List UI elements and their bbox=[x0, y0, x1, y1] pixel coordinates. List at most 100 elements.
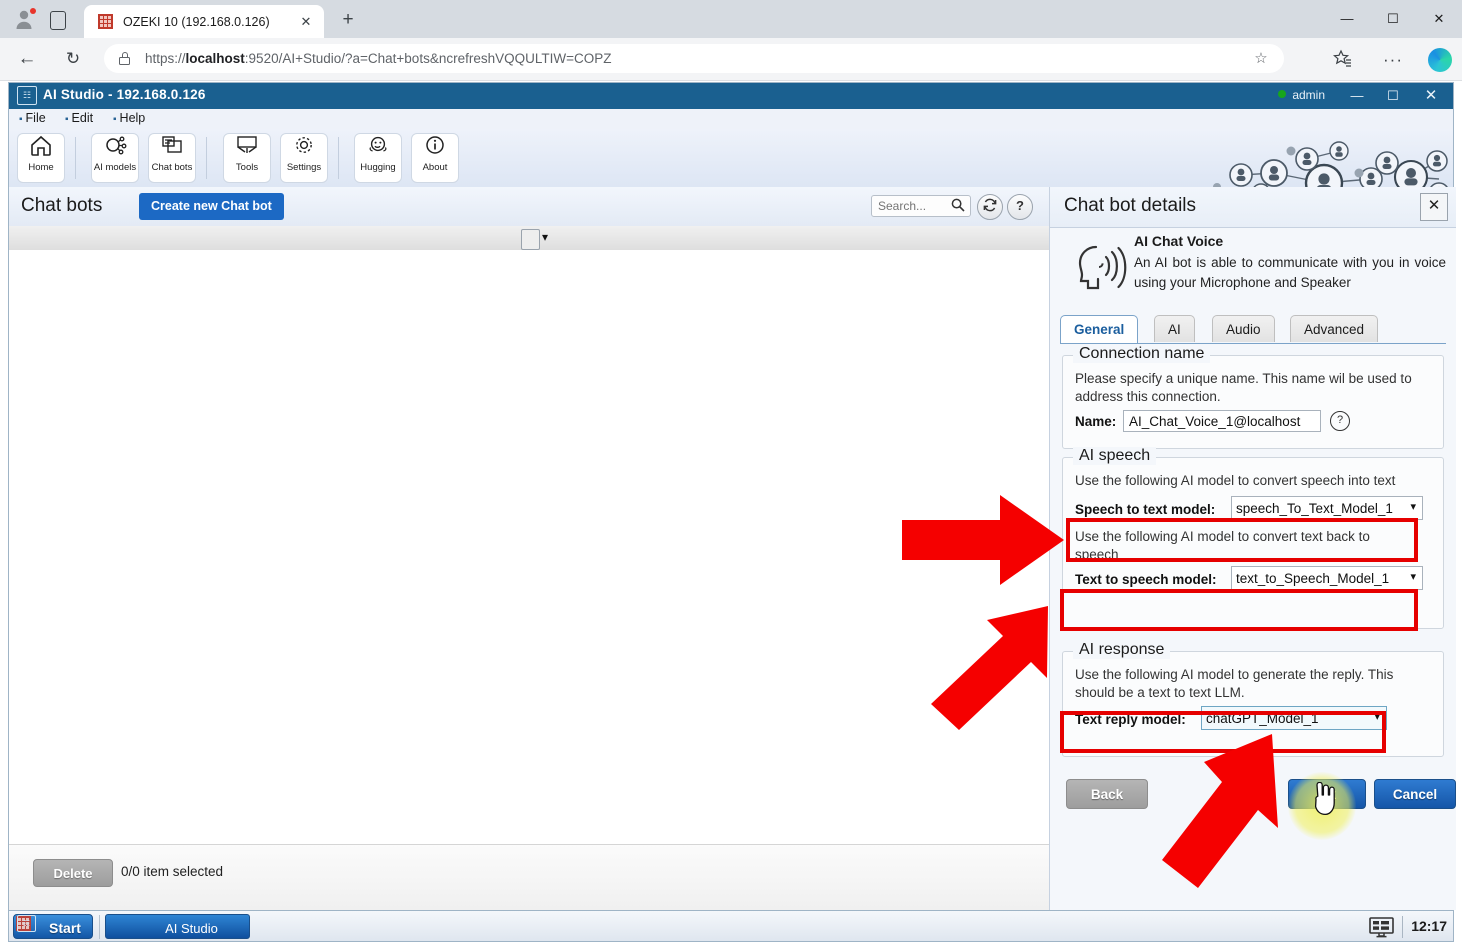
url-rest: :9520/AI+Studio/?a=Chat+bots&ncrefreshVQ… bbox=[244, 51, 612, 66]
taskbar-separator bbox=[99, 915, 100, 939]
browser-maximize-button[interactable]: ☐ bbox=[1370, 0, 1416, 38]
toolbar-label-chat-bots: Chat bots bbox=[151, 162, 193, 173]
new-tab-button[interactable]: + bbox=[336, 10, 360, 32]
chat-bots-panel: Chat bots Create new Chat bot ? ▾ Delete… bbox=[9, 187, 1049, 910]
select-all-checkbox[interactable] bbox=[521, 229, 540, 250]
bot-description: An AI bot is able to communicate with yo… bbox=[1134, 255, 1446, 290]
about-info-icon bbox=[412, 134, 458, 164]
bot-intro: AI Chat Voice An AI bot is able to commu… bbox=[1050, 227, 1456, 309]
home-icon bbox=[18, 134, 64, 164]
menu-help[interactable]: Help bbox=[113, 111, 146, 125]
stt-label: Speech to text model: bbox=[1075, 502, 1216, 517]
create-new-chat-bot-button[interactable]: Create new Chat bot bbox=[139, 193, 284, 220]
bookmark-star-icon[interactable]: ☆ bbox=[1252, 50, 1270, 68]
name-label: Name: bbox=[1075, 414, 1117, 429]
help-icon[interactable]: ? bbox=[1007, 194, 1033, 220]
browser-tab-strip: OZEKI 10 (192.168.0.126) ✕ + — ☐ ✕ bbox=[0, 0, 1462, 38]
tab-audio[interactable]: Audio bbox=[1212, 315, 1275, 342]
app-logo-icon: ☷ bbox=[17, 86, 37, 105]
text-reply-model-select[interactable]: chatGPT_Model_1 bbox=[1201, 706, 1387, 730]
details-header: Chat bot details ✕ bbox=[1050, 187, 1456, 228]
app-close-button[interactable]: ✕ bbox=[1413, 83, 1449, 109]
toolbar-button-ai-models[interactable]: AI models bbox=[91, 133, 139, 183]
toolbar-label-tools: Tools bbox=[235, 162, 259, 173]
app-toolbar: Home AI models Chat bots Tools Settings … bbox=[9, 129, 1453, 217]
toolbar-button-hugging[interactable]: Hugging bbox=[354, 133, 402, 183]
tab-close-icon[interactable]: ✕ bbox=[298, 14, 314, 30]
toolbar-label-settings: Settings bbox=[286, 162, 322, 173]
back-button[interactable]: Back bbox=[1066, 779, 1148, 809]
app-title: AI Studio - 192.168.0.126 bbox=[43, 87, 206, 102]
tts-description: Use the following AI model to convert te… bbox=[1075, 529, 1370, 562]
logged-in-user: admin bbox=[1278, 88, 1325, 102]
ai-speech-section: AI speech Use the following AI model to … bbox=[1062, 447, 1444, 629]
chevron-down-icon[interactable]: ▾ bbox=[542, 230, 548, 244]
app-minimize-button[interactable]: — bbox=[1339, 83, 1375, 109]
browser-tab-title: OZEKI 10 (192.168.0.126) bbox=[123, 14, 270, 29]
display-tray-icon[interactable] bbox=[1368, 916, 1395, 938]
toolbar-button-tools[interactable]: Tools bbox=[223, 133, 271, 183]
copilot-icon[interactable] bbox=[1428, 48, 1452, 72]
cancel-button[interactable]: Cancel bbox=[1374, 779, 1456, 809]
toolbar-button-settings[interactable]: Settings bbox=[280, 133, 328, 183]
reply-model-label: Text reply model: bbox=[1075, 712, 1186, 727]
app-title-bar: ☷ AI Studio - 192.168.0.126 admin — ☐ ✕ bbox=[9, 83, 1453, 109]
taskbar-item-ai-studio[interactable]: AI Studio bbox=[105, 914, 250, 939]
tray-separator bbox=[1402, 916, 1403, 938]
toolbar-separator-2 bbox=[206, 137, 207, 179]
taskbar: Start AI Studio ☷ 12:17 bbox=[8, 910, 1454, 942]
profile-avatar-icon[interactable] bbox=[12, 7, 38, 33]
browser-reload-icon[interactable]: ↻ bbox=[60, 47, 86, 71]
browser-minimize-button[interactable]: — bbox=[1324, 0, 1370, 38]
tab-advanced[interactable]: Advanced bbox=[1290, 315, 1379, 342]
close-icon[interactable]: ✕ bbox=[1420, 193, 1448, 221]
refresh-icon[interactable] bbox=[977, 194, 1003, 220]
menu-file[interactable]: File bbox=[19, 111, 46, 125]
menu-edit[interactable]: Edit bbox=[65, 111, 94, 125]
url-prefix: https:// bbox=[145, 51, 186, 66]
tab-general[interactable]: General bbox=[1060, 315, 1139, 343]
chat-bot-details-panel: Chat bot details ✕ AI Chat Voice An AI b… bbox=[1049, 187, 1456, 910]
browser-back-icon[interactable]: ← bbox=[14, 47, 40, 71]
text-to-speech-model-select[interactable]: text_to_Speech_Model_1 bbox=[1231, 566, 1423, 590]
address-bar[interactable]: https://localhost:9520/AI+Studio/?a=Chat… bbox=[104, 44, 1284, 73]
lock-icon bbox=[118, 52, 131, 66]
toolbar-label-about: About bbox=[422, 162, 448, 173]
url-host: localhost bbox=[185, 51, 245, 66]
tab-ai[interactable]: AI bbox=[1154, 315, 1195, 342]
connection-name-help-icon[interactable]: ? bbox=[1330, 411, 1350, 431]
address-bar-url: https://localhost:9520/AI+Studio/?a=Chat… bbox=[145, 51, 611, 66]
selection-status: 0/0 item selected bbox=[121, 864, 224, 879]
ai-models-icon bbox=[92, 134, 138, 164]
speech-to-text-model-select[interactable]: speech_To_Text_Model_1 bbox=[1231, 496, 1423, 520]
browser-tab[interactable]: OZEKI 10 (192.168.0.126) ✕ bbox=[84, 5, 324, 38]
reply-select-wrap: chatGPT_Model_1 ▾ bbox=[1201, 706, 1387, 730]
ozeki-favicon-icon bbox=[98, 14, 113, 29]
ok-button[interactable]: Ok bbox=[1288, 779, 1366, 809]
chat-bots-header: Chat bots Create new Chat bot ? bbox=[9, 187, 1049, 227]
tab-list-icon[interactable] bbox=[46, 8, 70, 32]
connection-name-legend: Connection name bbox=[1073, 345, 1211, 363]
voice-bot-icon bbox=[1066, 237, 1128, 299]
browser-close-button[interactable]: ✕ bbox=[1416, 0, 1462, 38]
chat-bots-footer: Delete 0/0 item selected bbox=[9, 844, 1049, 910]
toolbar-label-hugging: Hugging bbox=[360, 162, 396, 173]
ai-response-section: AI response Use the following AI model t… bbox=[1062, 641, 1444, 757]
stt-select-wrap: speech_To_Text_Model_1 ▾ bbox=[1231, 496, 1423, 520]
app-maximize-button[interactable]: ☐ bbox=[1375, 83, 1411, 109]
collections-icon[interactable] bbox=[1332, 49, 1354, 71]
search-icon bbox=[951, 198, 965, 215]
toolbar-button-home[interactable]: Home bbox=[17, 133, 65, 183]
browser-more-icon[interactable]: ··· bbox=[1382, 49, 1404, 71]
bot-name: AI Chat Voice bbox=[1134, 233, 1224, 249]
toolbar-button-about[interactable]: About bbox=[411, 133, 459, 183]
ai-speech-legend: AI speech bbox=[1073, 447, 1157, 465]
toolbar-label-home: Home bbox=[28, 162, 54, 173]
settings-icon bbox=[281, 134, 327, 164]
connection-name-input[interactable] bbox=[1123, 410, 1321, 432]
toolbar-button-chat-bots[interactable]: Chat bots bbox=[148, 133, 196, 183]
delete-button[interactable]: Delete bbox=[33, 859, 113, 887]
chat-bots-list[interactable] bbox=[9, 250, 1049, 845]
toolbar-separator-1 bbox=[75, 137, 76, 179]
taskbar-app-icon: ☷ bbox=[17, 915, 36, 932]
